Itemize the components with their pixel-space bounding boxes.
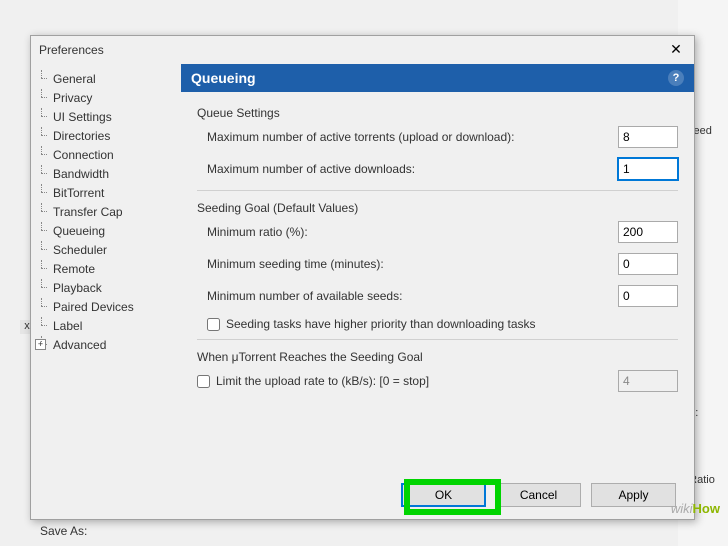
content-panel: Queueing ? Queue Settings Maximum number… [181,64,694,474]
tree-item-advanced-label: Advanced [53,338,106,352]
min-seeding-time-input[interactable] [618,253,678,275]
seeding-priority-checkbox[interactable] [207,318,220,331]
limit-upload-checkbox[interactable] [197,375,210,388]
tree-item-general[interactable]: General [35,70,177,89]
tree-item-connection[interactable]: Connection [35,146,177,165]
help-icon[interactable]: ? [668,70,684,86]
preferences-dialog: Preferences ✕ General Privacy UI Setting… [30,35,695,520]
max-active-torrents-label: Maximum number of active torrents (uploa… [207,130,618,144]
limit-upload-input [618,370,678,392]
tree-item-playback[interactable]: Playback [35,279,177,298]
min-available-seeds-label: Minimum number of available seeds: [207,289,618,303]
tree-item-bandwidth[interactable]: Bandwidth [35,165,177,184]
min-available-seeds-input[interactable] [618,285,678,307]
min-seeding-time-label: Minimum seeding time (minutes): [207,257,618,271]
queue-settings-label: Queue Settings [197,106,678,120]
goal-reached-label: When μTorrent Reaches the Seeding Goal [197,350,678,364]
section-title: Queueing [191,70,256,86]
max-active-downloads-input[interactable] [618,158,678,180]
dialog-titlebar: Preferences ✕ [31,36,694,64]
dialog-footer: OK Cancel Apply [401,483,676,507]
close-icon[interactable]: ✕ [666,40,686,60]
tree-item-label[interactable]: Label [35,317,177,336]
apply-button[interactable]: Apply [591,483,676,507]
tree-item-bittorrent[interactable]: BitTorrent [35,184,177,203]
separator [197,190,678,191]
tree-item-directories[interactable]: Directories [35,127,177,146]
save-as-label: Save As: [40,524,87,538]
min-ratio-input[interactable] [618,221,678,243]
category-tree: General Privacy UI Settings Directories … [31,64,181,474]
dialog-title: Preferences [39,43,666,57]
seeding-goal-label: Seeding Goal (Default Values) [197,201,678,215]
ok-button[interactable]: OK [401,483,486,507]
tree-item-queueing[interactable]: Queueing [35,222,177,241]
tree-item-privacy[interactable]: Privacy [35,89,177,108]
seeding-priority-label: Seeding tasks have higher priority than … [226,317,536,331]
cancel-button[interactable]: Cancel [496,483,581,507]
max-active-downloads-label: Maximum number of active downloads: [207,162,618,176]
watermark: wikiHow [671,501,720,516]
tree-item-advanced[interactable]: + Advanced [35,336,177,355]
expand-icon[interactable]: + [35,339,46,350]
separator [197,339,678,340]
tree-item-remote[interactable]: Remote [35,260,177,279]
tree-item-scheduler[interactable]: Scheduler [35,241,177,260]
tree-item-ui-settings[interactable]: UI Settings [35,108,177,127]
section-header: Queueing ? [181,64,694,92]
tree-item-transfer-cap[interactable]: Transfer Cap [35,203,177,222]
max-active-torrents-input[interactable] [618,126,678,148]
limit-upload-label: Limit the upload rate to (kB/s): [0 = st… [216,374,618,388]
tree-item-paired-devices[interactable]: Paired Devices [35,298,177,317]
min-ratio-label: Minimum ratio (%): [207,225,618,239]
